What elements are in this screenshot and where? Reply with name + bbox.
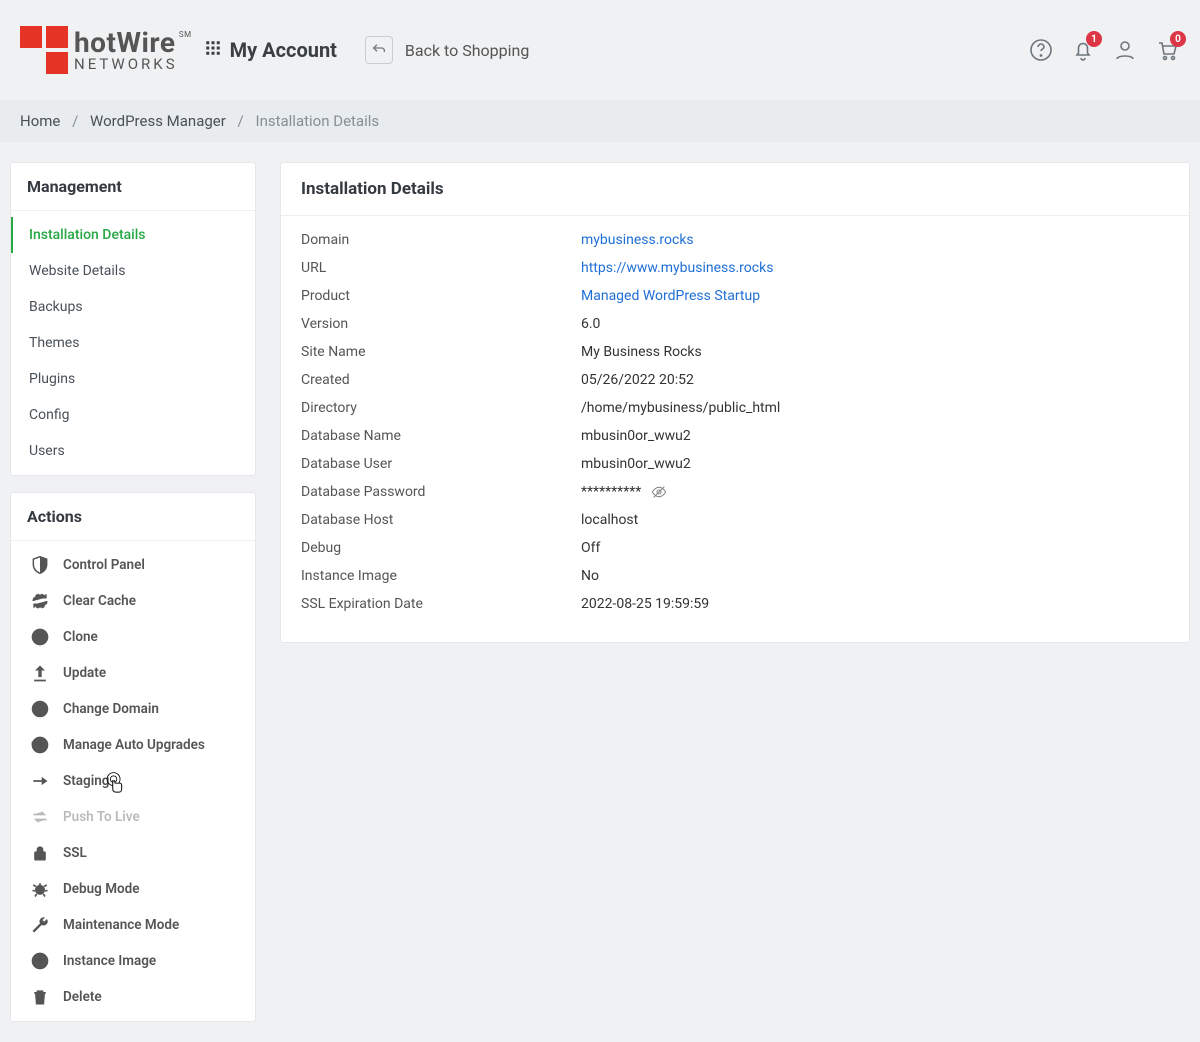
label-version: Version <box>301 316 581 332</box>
wrench-icon <box>29 915 51 935</box>
refresh-icon <box>29 591 51 611</box>
value-version: 6.0 <box>581 316 600 332</box>
action-debug-mode[interactable]: Debug Mode <box>15 871 251 907</box>
value-created: 05/26/2022 20:52 <box>581 372 694 388</box>
topbar: hotWireSM NETWORKS My Account Back to Sh… <box>0 0 1200 100</box>
installation-details-panel: Installation Details Domainmybusiness.ro… <box>280 162 1190 643</box>
sidebar-item-users[interactable]: Users <box>11 433 255 469</box>
label-product: Product <box>301 288 581 304</box>
label-created: Created <box>301 372 581 388</box>
action-staging[interactable]: Staging <box>15 763 251 799</box>
disc-icon <box>29 951 51 971</box>
action-change-domain[interactable]: Change Domain <box>15 691 251 727</box>
value-dbname: mbusin0or_wwu2 <box>581 428 691 444</box>
crumb-home[interactable]: Home <box>20 112 60 130</box>
eye-off-icon[interactable] <box>651 484 667 500</box>
value-url[interactable]: https://www.mybusiness.rocks <box>581 260 773 276</box>
action-clear-cache[interactable]: Clear Cache <box>15 583 251 619</box>
crumb-wp-manager[interactable]: WordPress Manager <box>90 112 226 130</box>
actions-panel: Actions Control Panel Clear Cache Clone … <box>10 492 256 1022</box>
logo-tiles-icon <box>20 26 68 74</box>
topbar-icons: 1 0 <box>1028 37 1180 63</box>
upload-icon <box>29 663 51 683</box>
value-dbhost: localhost <box>581 512 638 528</box>
details-title: Installation Details <box>281 163 1189 216</box>
action-maintenance-mode[interactable]: Maintenance Mode <box>15 907 251 943</box>
sidebar-item-themes[interactable]: Themes <box>11 325 255 361</box>
my-account-label: My Account <box>230 38 337 62</box>
user-icon[interactable] <box>1112 37 1138 63</box>
label-domain: Domain <box>301 232 581 248</box>
notif-badge: 1 <box>1086 31 1102 47</box>
cart-badge: 0 <box>1170 31 1186 47</box>
sidebar-item-install-details[interactable]: Installation Details <box>11 217 255 253</box>
history-icon <box>29 735 51 755</box>
action-update[interactable]: Update <box>15 655 251 691</box>
action-instance-image[interactable]: Instance Image <box>15 943 251 979</box>
action-clone[interactable]: Clone <box>15 619 251 655</box>
value-domain[interactable]: mybusiness.rocks <box>581 232 694 248</box>
action-push-to-live: Push To Live <box>15 799 251 835</box>
back-label: Back to Shopping <box>405 41 529 60</box>
sidebar-item-website-details[interactable]: Website Details <box>11 253 255 289</box>
sidebar-item-config[interactable]: Config <box>11 397 255 433</box>
globe-icon <box>29 699 51 719</box>
value-dbpass: ********** <box>581 484 667 500</box>
logo[interactable]: hotWireSM NETWORKS <box>20 26 178 74</box>
trash-icon <box>29 987 51 1007</box>
logo-text: hotWireSM NETWORKS <box>74 29 178 72</box>
return-icon <box>365 36 393 64</box>
value-directory: /home/mybusiness/public_html <box>581 400 780 416</box>
help-icon[interactable] <box>1028 37 1054 63</box>
value-sitename: My Business Rocks <box>581 344 702 360</box>
action-control-panel[interactable]: Control Panel <box>15 547 251 583</box>
my-account-link[interactable]: My Account <box>204 38 337 62</box>
management-title: Management <box>11 163 255 211</box>
bell-icon[interactable]: 1 <box>1070 37 1096 63</box>
management-panel: Management Installation Details Website … <box>10 162 256 476</box>
sidebar-item-plugins[interactable]: Plugins <box>11 361 255 397</box>
crumb-current: Installation Details <box>255 112 379 130</box>
label-dbuser: Database User <box>301 456 581 472</box>
clone-icon <box>29 627 51 647</box>
value-dbuser: mbusin0or_wwu2 <box>581 456 691 472</box>
value-product[interactable]: Managed WordPress Startup <box>581 288 760 304</box>
bug-icon <box>29 879 51 899</box>
swap-icon <box>29 807 51 827</box>
back-to-shopping[interactable]: Back to Shopping <box>365 36 529 64</box>
shield-icon <box>29 555 51 575</box>
sidebar-item-backups[interactable]: Backups <box>11 289 255 325</box>
label-dbname: Database Name <box>301 428 581 444</box>
label-dbpass: Database Password <box>301 484 581 500</box>
label-sslexp: SSL Expiration Date <box>301 596 581 612</box>
label-debug: Debug <box>301 540 581 556</box>
action-delete[interactable]: Delete <box>15 979 251 1015</box>
arrow-right-icon <box>29 771 51 791</box>
label-sitename: Site Name <box>301 344 581 360</box>
action-manage-auto-upgrades[interactable]: Manage Auto Upgrades <box>15 727 251 763</box>
label-url: URL <box>301 260 581 276</box>
breadcrumb: Home / WordPress Manager / Installation … <box>0 100 1200 142</box>
grid-icon <box>204 38 222 62</box>
cart-icon[interactable]: 0 <box>1154 37 1180 63</box>
value-sslexp: 2022-08-25 19:59:59 <box>581 596 709 612</box>
actions-title: Actions <box>11 493 255 541</box>
label-instimg: Instance Image <box>301 568 581 584</box>
value-instimg: No <box>581 568 599 584</box>
value-debug: Off <box>581 540 600 556</box>
label-directory: Directory <box>301 400 581 416</box>
action-ssl[interactable]: SSL <box>15 835 251 871</box>
lock-icon <box>29 843 51 863</box>
label-dbhost: Database Host <box>301 512 581 528</box>
